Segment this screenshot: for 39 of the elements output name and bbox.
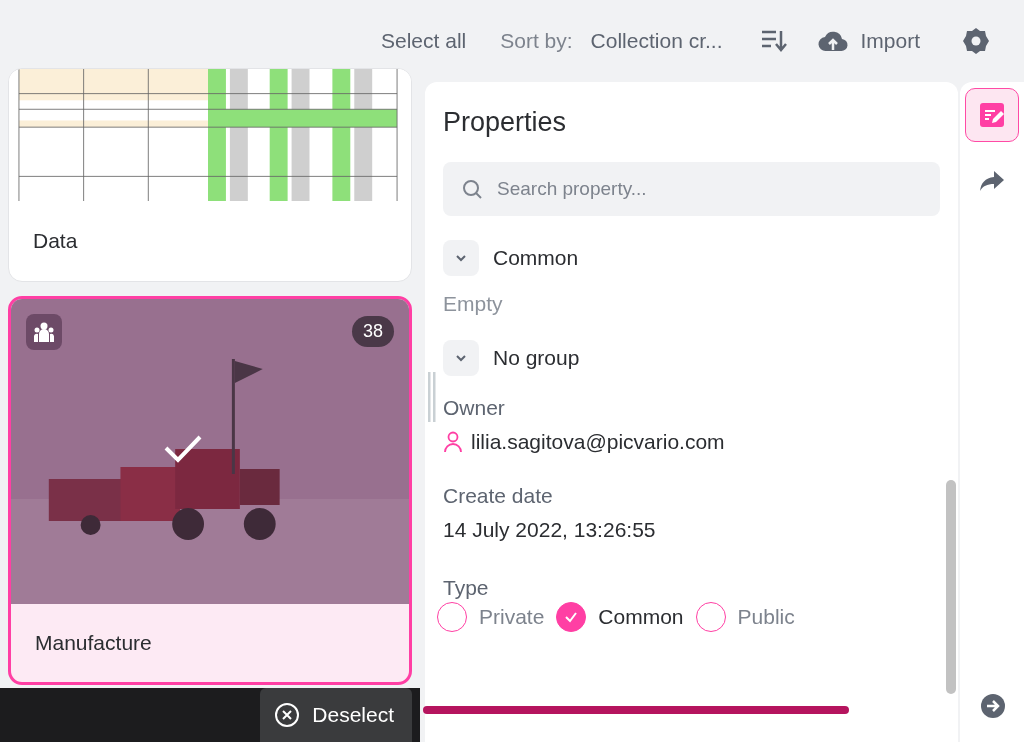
group-title: No group — [493, 346, 580, 370]
resize-handle[interactable] — [428, 372, 436, 422]
field-label: Owner — [443, 396, 506, 420]
sort-label: Sort by: — [500, 29, 573, 53]
check-icon — [564, 611, 579, 623]
arrow-right-icon[interactable] — [981, 694, 1005, 718]
share-arrow-icon — [979, 170, 1005, 192]
collection-card[interactable]: 38 Manufacture — [8, 296, 412, 685]
settings-icon[interactable] — [962, 27, 990, 55]
collection-title: Data — [32, 228, 79, 254]
edit-note-icon — [979, 102, 1005, 128]
rail-button[interactable] — [965, 88, 1019, 142]
radio-option[interactable]: Public — [695, 602, 795, 632]
radio-option[interactable]: Private — [437, 602, 545, 632]
deselect-button[interactable]: Deselect — [260, 688, 412, 742]
close-icon — [274, 702, 301, 728]
collection-card[interactable]: Data — [8, 68, 412, 282]
import-button[interactable]: Import — [818, 29, 920, 53]
collection-title: Manufacture — [34, 630, 153, 656]
check-icon — [163, 434, 203, 464]
scrollbar-thumb[interactable] — [946, 480, 956, 694]
field-value: 14 July 2022, 13:26:55 — [443, 518, 656, 542]
search-field[interactable]: Search property... — [443, 162, 940, 216]
field-label: Create date — [443, 484, 554, 508]
radio-option[interactable]: Common — [556, 602, 684, 632]
select-all-button[interactable]: Select all — [381, 29, 467, 53]
search-icon — [461, 178, 483, 200]
cloud-upload-icon — [818, 29, 849, 53]
user-icon — [443, 431, 463, 453]
sort-order-icon[interactable] — [760, 29, 789, 53]
empty-value: Empty — [443, 292, 504, 316]
group-icon — [26, 314, 62, 350]
sort-dropdown[interactable]: Collection cr... — [590, 29, 723, 53]
expand-toggle[interactable] — [443, 340, 479, 376]
field-value: lilia.sagitova@picvario.com — [471, 430, 725, 454]
field-label: Type — [443, 576, 490, 600]
panel-title: Properties — [443, 107, 568, 138]
group-title: Common — [493, 246, 579, 270]
expand-toggle[interactable] — [443, 240, 479, 276]
